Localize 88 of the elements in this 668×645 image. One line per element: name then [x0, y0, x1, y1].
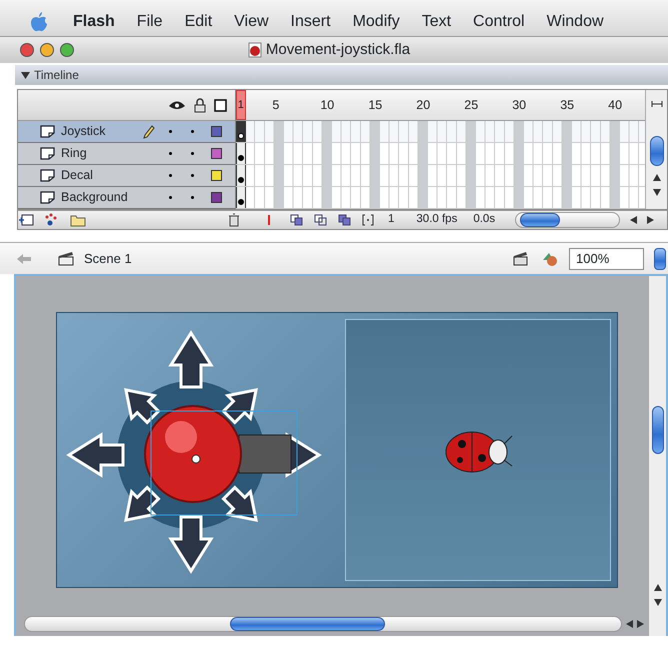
lock-icon[interactable] — [194, 98, 206, 112]
lock-dot[interactable] — [191, 196, 194, 199]
close-button[interactable] — [20, 43, 34, 57]
clapperboard-icon — [58, 251, 74, 266]
frame-number: 15 — [368, 96, 384, 114]
menu-item[interactable]: File — [126, 10, 174, 34]
lock-dot[interactable] — [191, 174, 194, 177]
visibility-dot[interactable] — [169, 174, 172, 177]
layer-icon — [40, 169, 55, 182]
trash-icon[interactable] — [228, 213, 240, 227]
timeline-panel-header[interactable]: Timeline — [15, 65, 668, 85]
keyframe[interactable] — [236, 121, 246, 142]
scroll-left-arrow-icon[interactable] — [626, 620, 633, 628]
scroll-down-arrow-icon[interactable] — [652, 189, 660, 196]
menu-item[interactable]: Text — [410, 10, 462, 34]
layer-color-square[interactable] — [211, 126, 222, 137]
scroll-up-arrow-icon[interactable] — [652, 174, 660, 181]
lock-dot[interactable] — [191, 152, 194, 155]
layer-icon — [40, 191, 55, 204]
visibility-dot[interactable] — [169, 196, 172, 199]
frame-number: 25 — [464, 96, 480, 114]
layer-icon — [40, 147, 55, 160]
zoom-stepper[interactable] — [654, 248, 666, 270]
horizontal-scrollbar-track[interactable] — [24, 616, 622, 632]
layer-name: Joystick — [61, 123, 106, 140]
apple-menu-icon[interactable] — [30, 12, 48, 32]
document-icon — [248, 42, 262, 58]
menu-item[interactable]: Edit — [174, 10, 224, 34]
scrollbar-thumb[interactable] — [650, 136, 664, 166]
zoom-button[interactable] — [60, 43, 74, 57]
zoom-field[interactable]: 100% — [569, 248, 644, 270]
menu-item[interactable]: Flash — [62, 10, 126, 34]
menu-item[interactable]: Insert — [280, 10, 342, 34]
menu-item[interactable]: Control — [462, 10, 536, 34]
frame-row[interactable] — [236, 121, 645, 143]
scrollbar-thumb[interactable] — [520, 213, 560, 227]
keyframe[interactable] — [236, 165, 246, 186]
frame-number: 40 — [608, 96, 624, 114]
scroll-left-arrow-icon[interactable] — [630, 216, 638, 224]
frame-ruler[interactable]: 1 5 10 15 20 25 30 35 40 — [236, 90, 645, 121]
scroll-right-arrow-icon[interactable] — [637, 620, 644, 628]
onion-outline-icon[interactable] — [314, 214, 328, 226]
frame-number: 10 — [320, 96, 336, 114]
elapsed-time: 0.0s — [473, 212, 496, 228]
visibility-dot[interactable] — [169, 130, 172, 133]
visibility-dot[interactable] — [169, 152, 172, 155]
onion-skin-icon[interactable] — [290, 214, 304, 226]
frame-number: 35 — [560, 96, 576, 114]
lock-dot[interactable] — [191, 130, 194, 133]
window-title: Movement-joystick.fla — [266, 40, 410, 60]
minimize-button[interactable] — [40, 43, 54, 57]
layer-row[interactable]: Ring — [18, 143, 235, 165]
frame-number: 20 — [416, 96, 432, 114]
scene-name[interactable]: Scene 1 — [84, 248, 132, 268]
edit-multiple-frames-icon[interactable] — [338, 214, 352, 226]
add-layer-icon[interactable] — [18, 213, 34, 227]
layer-name: Background — [61, 189, 129, 206]
edit-symbol-icon[interactable] — [541, 250, 559, 266]
frame-number: 1 — [236, 90, 246, 120]
scroll-right-arrow-icon[interactable] — [647, 216, 654, 224]
scrollbar-thumb[interactable] — [652, 406, 664, 454]
keyframe[interactable] — [236, 143, 246, 164]
layer-name: Decal — [61, 167, 94, 184]
menu-item[interactable]: Modify — [342, 10, 411, 34]
current-frame: 1 — [388, 211, 394, 229]
outline-icon[interactable] — [214, 98, 227, 112]
menu-item[interactable]: View — [223, 10, 280, 34]
playhead-marker-icon — [266, 215, 272, 225]
layer-color-square[interactable] — [211, 192, 222, 203]
layer-name: Ring — [61, 145, 88, 162]
disclosure-triangle-icon[interactable] — [21, 70, 30, 80]
folder-icon[interactable] — [70, 213, 86, 227]
layer-color-square[interactable] — [211, 170, 222, 181]
frame-number: 5 — [272, 96, 280, 114]
scroll-down-arrow-icon[interactable] — [654, 599, 662, 606]
scroll-up-arrow-icon[interactable] — [654, 584, 662, 591]
scrollbar-thumb[interactable] — [230, 617, 385, 631]
layer-row[interactable]: Joystick — [18, 121, 235, 143]
layer-row[interactable]: Background — [18, 187, 235, 209]
layer-row[interactable]: Decal — [18, 165, 235, 187]
layer-color-square[interactable] — [211, 148, 222, 159]
frame-rate: 30.0 fps — [416, 212, 458, 228]
keyframe[interactable] — [236, 187, 246, 208]
onion-markers-icon[interactable] — [362, 214, 374, 226]
frame-number: 30 — [512, 96, 528, 114]
menu-item[interactable]: Window — [536, 10, 615, 34]
eye-icon[interactable] — [168, 100, 186, 110]
layer-icon — [40, 125, 55, 138]
